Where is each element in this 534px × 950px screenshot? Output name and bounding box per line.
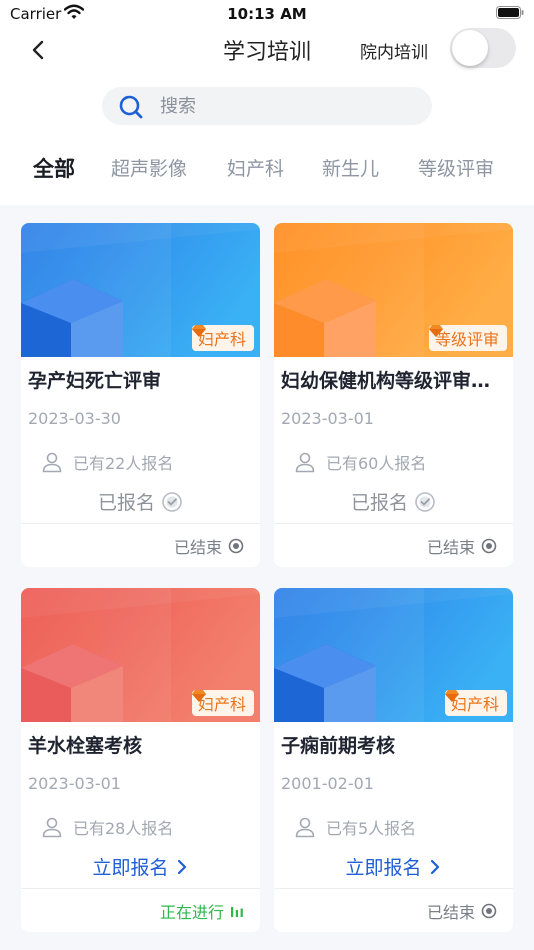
ended-dot-icon [228,538,244,554]
tab-ultrasound[interactable]: 超声影像 [111,154,187,181]
tab-neonatal[interactable]: 新生儿 [322,154,379,181]
category-tag: 等级评审 [428,325,507,351]
user-icon [295,452,315,473]
diamond-icon [428,325,443,337]
course-title: 孕产妇死亡评审 [28,370,162,392]
course-card[interactable]: 等级评审 妇幼保健机构等级评审… 2023-03-01 已有60人报名 已报名 … [274,223,513,567]
user-icon [42,817,62,838]
course-card[interactable]: 妇产科 子痫前期考核 2001-02-01 已有5人报名 立即报名 已结束 [274,588,513,932]
course-banner: 等级评审 [274,223,513,357]
user-icon [42,452,62,473]
course-status-label: 正在进行 [159,903,224,922]
course-date: 2023-03-01 [28,774,121,793]
signup-button[interactable]: 立即报名 [274,853,513,880]
chevron-right-icon [430,859,439,874]
signup-count: 已有28人报名 [41,815,173,839]
divider [21,523,260,524]
course-status-label: 已结束 [426,903,475,922]
registered-label: 已报名 [21,488,260,515]
course-status: 正在进行 [160,899,244,923]
signup-count: 已有60人报名 [294,450,426,474]
ended-dot-icon [481,903,497,919]
tab-obstetrics[interactable]: 妇产科 [227,154,284,181]
action-label: 已报名 [350,492,408,514]
status-bar: Carrier 10:13 AM [0,0,534,28]
course-card[interactable]: 妇产科 羊水栓塞考核 2023-03-01 已有28人报名 立即报名 正在进行 [21,588,260,932]
signup-count-text: 已有28人报名 [73,819,174,838]
action-label: 已报名 [97,492,155,514]
clock: 10:13 AM [227,5,307,23]
course-date: 2023-03-30 [28,409,121,428]
search-icon [119,95,143,119]
signup-count: 已有5人报名 [294,815,416,839]
user-icon [295,817,315,838]
toggle-label: 院内培训 [360,43,428,63]
nav-bar: 学习培训 院内培训 [0,28,534,72]
registered-check-icon [162,491,182,512]
tab-grade-review[interactable]: 等级评审 [418,154,494,181]
category-tag-label: 等级评审 [434,330,499,349]
course-date: 2001-02-01 [281,774,374,793]
action-label: 立即报名 [345,857,422,879]
category-tag: 妇产科 [191,325,254,351]
signup-count: 已有22人报名 [41,450,173,474]
course-title: 子痫前期考核 [281,735,396,757]
signup-count-text: 已有22人报名 [73,454,174,473]
search-bar[interactable] [102,87,432,125]
divider [21,888,260,889]
signup-button[interactable]: 立即报名 [21,853,260,880]
registered-label: 已报名 [274,488,513,515]
divider [274,523,513,524]
running-bars-icon [231,907,243,917]
signup-count-text: 已有5人报名 [326,819,417,838]
divider [274,888,513,889]
course-card[interactable]: 妇产科 孕产妇死亡评审 2023-03-30 已有22人报名 已报名 已结束 [21,223,260,567]
action-label: 立即报名 [92,857,169,879]
in-hospital-toggle[interactable] [450,28,516,68]
course-banner: 妇产科 [21,588,260,722]
search-input[interactable] [160,87,410,125]
course-date: 2023-03-01 [281,409,374,428]
course-status: 已结束 [427,899,497,923]
course-status-label: 已结束 [426,538,475,557]
course-banner: 妇产科 [274,588,513,722]
registered-check-icon [415,491,435,512]
diamond-icon [444,690,459,702]
toggle-knob [452,30,488,66]
category-tag: 妇产科 [444,690,507,716]
ended-dot-icon [481,538,497,554]
battery-icon [496,6,524,19]
category-tabs: 全部 超声影像 妇产科 新生儿 等级评审 [0,154,534,188]
signup-count-text: 已有60人报名 [326,454,427,473]
course-status-label: 已结束 [173,538,222,557]
diamond-icon [191,325,206,337]
back-chevron-icon[interactable] [26,36,50,64]
course-status: 已结束 [174,534,244,558]
course-title: 羊水栓塞考核 [28,735,143,757]
diamond-icon [191,690,206,702]
category-tag: 妇产科 [191,690,254,716]
course-title: 妇幼保健机构等级评审… [281,370,491,392]
course-banner: 妇产科 [21,223,260,357]
tab-all[interactable]: 全部 [33,153,75,183]
chevron-right-icon [177,859,186,874]
course-status: 已结束 [427,534,497,558]
